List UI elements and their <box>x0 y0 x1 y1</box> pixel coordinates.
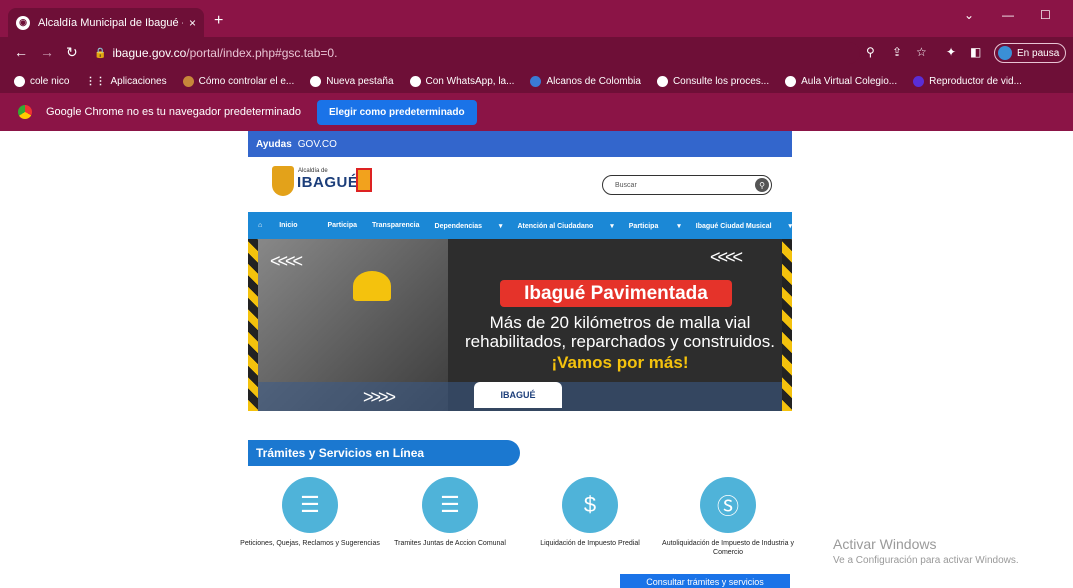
bookmark-item[interactable]: cole nico <box>14 75 69 87</box>
set-default-button[interactable]: Elegir como predeterminado <box>317 99 477 125</box>
banner-title: Ibagué Pavimentada <box>500 280 732 307</box>
caution-stripe-left <box>248 239 258 411</box>
globe-icon <box>310 75 322 87</box>
new-tab-button[interactable]: + <box>214 13 223 29</box>
bookmark-item[interactable]: Reproductor de vid... <box>913 75 1022 87</box>
home-icon: ⌂ <box>258 222 265 229</box>
browser-toolbar: ← → ↻ 🔒 ibague.gov.co /portal/index.php#… <box>0 37 1073 69</box>
flame-icon <box>530 75 542 87</box>
chrome-icon <box>18 105 32 119</box>
banner-subtitle: Más de 20 kilómetros de malla vial rehab… <box>465 313 775 351</box>
profile-label: En pausa <box>1017 47 1060 59</box>
tab-bar: ◉ Alcaldía Municipal de Ibagué - Ib × + … <box>0 0 1073 37</box>
banner-cta: ¡Vamos por más! <box>551 353 689 372</box>
tab-title: Alcaldía Municipal de Ibagué - Ib <box>38 16 183 29</box>
bookmark-item[interactable]: Cómo controlar el e... <box>182 75 294 87</box>
address-bar[interactable]: 🔒 ibague.gov.co /portal/index.php#gsc.ta… <box>90 42 860 64</box>
bookmark-item[interactable]: Con WhatsApp, la... <box>409 75 514 87</box>
menu-item-inicio[interactable]: ⌂ Inicio <box>258 222 312 229</box>
url-host: ibague.gov.co <box>112 46 187 60</box>
bookmark-item[interactable]: Consulte los proces... <box>656 75 769 87</box>
maximize-icon[interactable]: ☐ <box>1040 8 1051 22</box>
site-icon <box>182 75 194 87</box>
globe-icon <box>409 75 421 87</box>
lock-icon: 🔒 <box>94 47 107 59</box>
helmet-shape <box>353 271 391 301</box>
service-pqrs[interactable]: ☰ Peticiones, Quejas, Reclamos y Sugeren… <box>240 477 380 548</box>
globe-icon <box>656 75 668 87</box>
bookmarks-bar: cole nico ⋮⋮ Aplicaciones Cómo controlar … <box>0 69 1073 93</box>
infobar-text: Google Chrome no es tu navegador predete… <box>46 106 301 118</box>
minimize-icon[interactable]: — <box>1002 8 1014 22</box>
apps-grid-icon: ⋮⋮ <box>85 75 106 87</box>
bookmark-item[interactable]: Aula Virtual Colegio... <box>785 75 897 87</box>
player-icon <box>913 75 925 87</box>
menu-item-atencion[interactable]: Atención al Ciudadano ▾ <box>517 222 613 230</box>
chevrons-bottom-icon: >>>> <box>363 387 396 407</box>
windows-activation-watermark: Activar Windows Ve a Configuración para … <box>833 536 1019 566</box>
screen: ◉ Alcaldía Municipal de Ibagué - Ib × + … <box>0 0 1073 588</box>
forward-icon[interactable]: → <box>40 45 54 59</box>
bookmark-item[interactable]: Alcanos de Colombia <box>530 75 641 87</box>
section-title: Trámites y Servicios en Línea <box>248 440 520 466</box>
consult-services-button[interactable]: Consultar trámites y servicios <box>620 574 790 588</box>
reload-icon[interactable]: ↻ <box>66 45 78 59</box>
url-path: /portal/index.php#gsc.tab=0. <box>186 46 338 60</box>
globe-icon <box>785 75 797 87</box>
hero-banner[interactable]: <<<< <<<< >>>> Ibagué Pavimentada Más de… <box>248 239 792 411</box>
list-icon: ☰ <box>422 477 478 533</box>
chevrons-right-icon: <<<< <box>710 247 743 267</box>
bookmark-item[interactable]: Nueva pestaña <box>310 75 394 87</box>
list-icon: ☰ <box>282 477 338 533</box>
search-icon[interactable]: ⚲ <box>755 178 769 192</box>
back-icon[interactable]: ← <box>14 45 28 59</box>
tab-active[interactable]: ◉ Alcaldía Municipal de Ibagué - Ib × <box>8 8 204 37</box>
site-logo[interactable]: Alcaldía de IBAGUÉ <box>272 162 382 200</box>
hand-money-icon: $ <box>562 477 618 533</box>
extensions-icon[interactable]: ✦ <box>946 46 956 58</box>
site-favicon-icon: ◉ <box>16 15 30 30</box>
banner-logo: IBAGUÉ <box>474 382 562 408</box>
bookmark-item[interactable]: ⋮⋮ Aplicaciones <box>85 76 166 87</box>
share-icon[interactable]: ⇪ <box>892 46 902 58</box>
tab-close-icon[interactable]: × <box>189 16 196 30</box>
shield-icon <box>272 166 294 196</box>
main-menu: ⌂ Inicio Participa Transparencia Depende… <box>248 212 792 239</box>
menu-item-participa[interactable]: Participa <box>327 222 357 229</box>
menu-item-participa-2[interactable]: Participa ▾ <box>629 222 681 230</box>
tab-search-icon[interactable]: ⌄ <box>964 8 974 22</box>
side-panel-icon[interactable]: ◧ <box>970 46 981 58</box>
service-ica[interactable]: Ⓢ Autoliquidación de Impuesto de Industr… <box>658 477 798 557</box>
globe-icon <box>14 75 25 87</box>
flag-icon <box>356 168 372 192</box>
gov-bar: Ayudas GOV.CO <box>248 131 792 157</box>
menu-item-ciudad-musical[interactable]: Ibagué Ciudad Musical ▾ <box>696 222 792 230</box>
avatar <box>998 46 1012 60</box>
service-juntas[interactable]: ☰ Tramites Juntas de Accion Comunal <box>380 477 520 548</box>
help-link[interactable]: Ayudas <box>256 139 292 150</box>
profile-button[interactable]: En pausa <box>994 43 1066 63</box>
search-input[interactable]: Buscar ⚲ <box>602 175 772 195</box>
chevrons-left-icon: <<<< <box>270 251 303 271</box>
default-browser-infobar: Google Chrome no es tu navegador predete… <box>0 93 1073 131</box>
menu-item-dependencias[interactable]: Dependencias ▾ <box>435 222 503 230</box>
zoom-icon[interactable]: ⚲ <box>866 46 875 58</box>
govco-logo[interactable]: GOV.CO <box>298 139 337 150</box>
service-predial[interactable]: $ Liquidación de Impuesto Predial <box>520 477 660 548</box>
coin-icon: Ⓢ <box>700 477 756 533</box>
bookmark-star-icon[interactable]: ☆ <box>916 46 927 58</box>
menu-item-transparencia[interactable]: Transparencia <box>372 222 419 229</box>
